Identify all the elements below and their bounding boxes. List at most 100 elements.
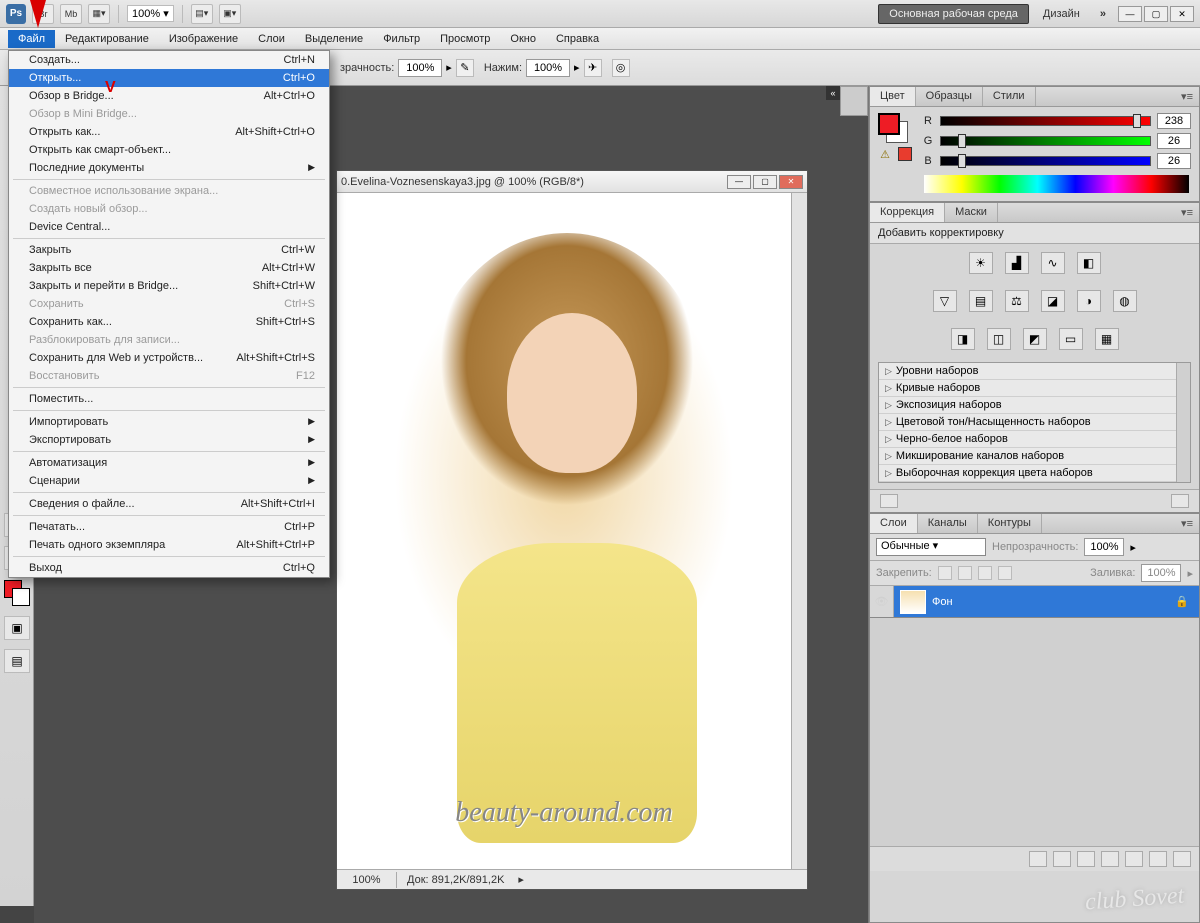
link-layers-icon[interactable]: [1029, 851, 1047, 867]
menu-file[interactable]: Файл: [8, 30, 55, 48]
menu-item[interactable]: Сохранить как...Shift+Ctrl+S: [9, 313, 329, 331]
selective-color-icon[interactable]: ▦: [1095, 328, 1119, 350]
b-value[interactable]: 26: [1157, 153, 1191, 169]
brightness-icon[interactable]: ☀: [969, 252, 993, 274]
tab-swatches[interactable]: Образцы: [916, 87, 983, 106]
curves-icon[interactable]: ∿: [1041, 252, 1065, 274]
document-canvas[interactable]: beauty-around.com: [337, 193, 791, 869]
opacity-input[interactable]: 100%: [398, 59, 442, 77]
delete-layer-icon[interactable]: [1173, 851, 1191, 867]
menu-select[interactable]: Выделение: [295, 30, 373, 48]
opacity-flyout-icon[interactable]: ▸: [1130, 541, 1136, 554]
panel-collapse-handle[interactable]: «: [826, 86, 840, 100]
tab-channels[interactable]: Каналы: [918, 514, 978, 533]
panel-menu-icon[interactable]: ▾≡: [1175, 87, 1199, 106]
tab-paths[interactable]: Контуры: [978, 514, 1042, 533]
menu-item[interactable]: Device Central...: [9, 218, 329, 236]
posterize-icon[interactable]: ◫: [987, 328, 1011, 350]
preset-item[interactable]: ▷Кривые наборов: [879, 380, 1190, 397]
tab-adjustments[interactable]: Коррекция: [870, 203, 945, 222]
view-extras-button[interactable]: ▦▾: [88, 4, 110, 24]
layer-thumbnail[interactable]: [900, 590, 926, 614]
tablet-opacity-icon[interactable]: ✎: [456, 59, 474, 77]
invert-icon[interactable]: ◨: [951, 328, 975, 350]
r-value[interactable]: 238: [1157, 113, 1191, 129]
r-slider[interactable]: [940, 116, 1151, 126]
tab-color[interactable]: Цвет: [870, 87, 916, 106]
doc-zoom-field[interactable]: 100%: [337, 872, 397, 888]
color-balance-icon[interactable]: ⚖: [1005, 290, 1029, 312]
channel-mixer-icon[interactable]: ◍: [1113, 290, 1137, 312]
new-group-icon[interactable]: [1125, 851, 1143, 867]
panel-color-swatches[interactable]: [878, 113, 908, 143]
zoom-select[interactable]: 100% ▾: [127, 5, 174, 22]
menu-item[interactable]: Поместить...: [9, 390, 329, 408]
color-swatches[interactable]: [4, 580, 30, 606]
menu-item[interactable]: ЗакрытьCtrl+W: [9, 241, 329, 259]
quickmask-button[interactable]: ▣: [4, 616, 30, 640]
doc-scrollbar-vertical[interactable]: [791, 193, 807, 869]
new-layer-icon[interactable]: [1149, 851, 1167, 867]
adj-clip-icon[interactable]: [1171, 494, 1189, 508]
preset-scrollbar[interactable]: [1176, 363, 1190, 482]
layer-style-icon[interactable]: [1053, 851, 1071, 867]
minibridge-button[interactable]: Mb: [60, 4, 82, 24]
b-slider[interactable]: [940, 156, 1151, 166]
doc-close-button[interactable]: ✕: [779, 175, 803, 189]
preset-item[interactable]: ▷Микширование каналов наборов: [879, 448, 1190, 465]
preset-item[interactable]: ▷Выборочная коррекция цвета наборов: [879, 465, 1190, 482]
menu-item[interactable]: Импортировать▶: [9, 413, 329, 431]
photo-filter-icon[interactable]: ◑: [1077, 290, 1101, 312]
vibrance-icon[interactable]: ▽: [933, 290, 957, 312]
menu-layers[interactable]: Слои: [248, 30, 295, 48]
workspace-design-button[interactable]: Дизайн: [1035, 5, 1088, 23]
menu-item[interactable]: Открыть...Ctrl+O: [9, 69, 329, 87]
new-adjustment-icon[interactable]: [1101, 851, 1119, 867]
menu-view[interactable]: Просмотр: [430, 30, 500, 48]
lock-transparency-icon[interactable]: [938, 566, 952, 580]
menu-image[interactable]: Изображение: [159, 30, 248, 48]
layer-fill-input[interactable]: 100%: [1141, 564, 1181, 582]
doc-minimize-button[interactable]: —: [727, 175, 751, 189]
fill-flyout-icon[interactable]: ▸: [1187, 567, 1193, 580]
preset-item[interactable]: ▷Цветовой тон/Насыщенность наборов: [879, 414, 1190, 431]
workspace-main-button[interactable]: Основная рабочая среда: [878, 4, 1029, 24]
preset-item[interactable]: ▷Черно-белое наборов: [879, 431, 1190, 448]
layer-visibility-icon[interactable]: 👁: [870, 586, 894, 617]
screenmode-tool[interactable]: ▤: [4, 649, 30, 673]
menu-item[interactable]: ВыходCtrl+Q: [9, 559, 329, 577]
minimized-panel-icon[interactable]: [840, 86, 868, 116]
doc-maximize-button[interactable]: ▢: [753, 175, 777, 189]
menu-item[interactable]: Печать одного экземпляраAlt+Shift+Ctrl+P: [9, 536, 329, 554]
menu-item[interactable]: Экспортировать▶: [9, 431, 329, 449]
preset-item[interactable]: ▷Уровни наборов: [879, 363, 1190, 380]
layer-name[interactable]: Фон: [932, 596, 1165, 608]
menu-item[interactable]: Автоматизация▶: [9, 454, 329, 472]
menu-item[interactable]: Печатать...Ctrl+P: [9, 518, 329, 536]
preset-item[interactable]: ▷Экспозиция наборов: [879, 397, 1190, 414]
menu-item[interactable]: Обзор в Bridge...Alt+Ctrl+O: [9, 87, 329, 105]
lock-position-icon[interactable]: [978, 566, 992, 580]
bw-icon[interactable]: ◪: [1041, 290, 1065, 312]
layer-row[interactable]: 👁 Фон 🔒: [870, 586, 1199, 618]
tab-masks[interactable]: Маски: [945, 203, 998, 222]
arrange-documents-button[interactable]: ▤▾: [191, 4, 213, 24]
layer-mask-icon[interactable]: [1077, 851, 1095, 867]
panel-menu-icon[interactable]: ▾≡: [1175, 203, 1199, 222]
lock-pixels-icon[interactable]: [958, 566, 972, 580]
airbrush-icon[interactable]: ✈: [584, 59, 602, 77]
gradient-map-icon[interactable]: ▭: [1059, 328, 1083, 350]
menu-item[interactable]: Открыть как смарт-объект...: [9, 141, 329, 159]
exposure-icon[interactable]: ◧: [1077, 252, 1101, 274]
menu-help[interactable]: Справка: [546, 30, 609, 48]
menu-window[interactable]: Окно: [500, 30, 546, 48]
menu-filter[interactable]: Фильтр: [373, 30, 430, 48]
blend-mode-select[interactable]: Обычные ▾: [876, 538, 986, 556]
spectrum-ramp[interactable]: [924, 175, 1189, 193]
menu-item[interactable]: Сохранить для Web и устройств...Alt+Shif…: [9, 349, 329, 367]
menu-edit[interactable]: Редактирование: [55, 30, 159, 48]
document-titlebar[interactable]: 0.Evelina-Voznesenskaya3.jpg @ 100% (RGB…: [337, 171, 807, 193]
tab-layers[interactable]: Слои: [870, 514, 918, 533]
menu-item[interactable]: Открыть как...Alt+Shift+Ctrl+O: [9, 123, 329, 141]
threshold-icon[interactable]: ◩: [1023, 328, 1047, 350]
